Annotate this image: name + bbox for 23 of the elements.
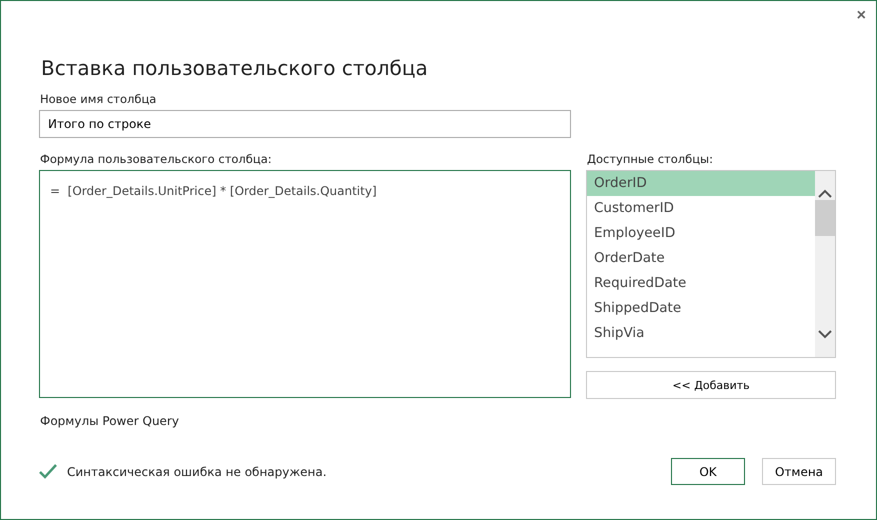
formula-field[interactable]: = [Order_Details.UnitPrice] * [Order_Details.Quantity] [39,170,571,398]
list-item[interactable]: ShippedDate [587,296,815,321]
dialog-title: Вставка пользовательского столбца [41,56,429,80]
scrollbar-thumb[interactable] [815,200,835,236]
close-button[interactable]: × [856,7,866,25]
scroll-down-icon[interactable] [818,330,832,339]
help-text: Формулы Power Query [40,414,180,428]
list-item[interactable]: RequiredDate [587,271,815,296]
column-name-field[interactable]: Итого по строке [39,110,571,138]
list-item[interactable]: OrderID [587,171,815,196]
list-item[interactable]: ShipVia [587,321,815,346]
scrollbar[interactable] [815,171,835,357]
add-button[interactable]: << Добавить [586,371,836,399]
field-label: Доступные столбцы: [587,152,714,166]
list-item[interactable]: OrderDate [587,246,815,271]
scroll-up-icon[interactable] [818,189,832,198]
ok-button[interactable]: OK [671,458,745,485]
cancel-button[interactable]: Отмена [762,458,836,485]
status-text: Синтаксическая ошибка не обнаружена. [67,464,328,478]
list-item[interactable]: EmployeeID [587,221,815,246]
field-label: Новое имя столбца [40,92,158,106]
list-item[interactable]: CustomerID [587,196,815,221]
field-label: Формула пользовательского столбца: [40,152,273,166]
